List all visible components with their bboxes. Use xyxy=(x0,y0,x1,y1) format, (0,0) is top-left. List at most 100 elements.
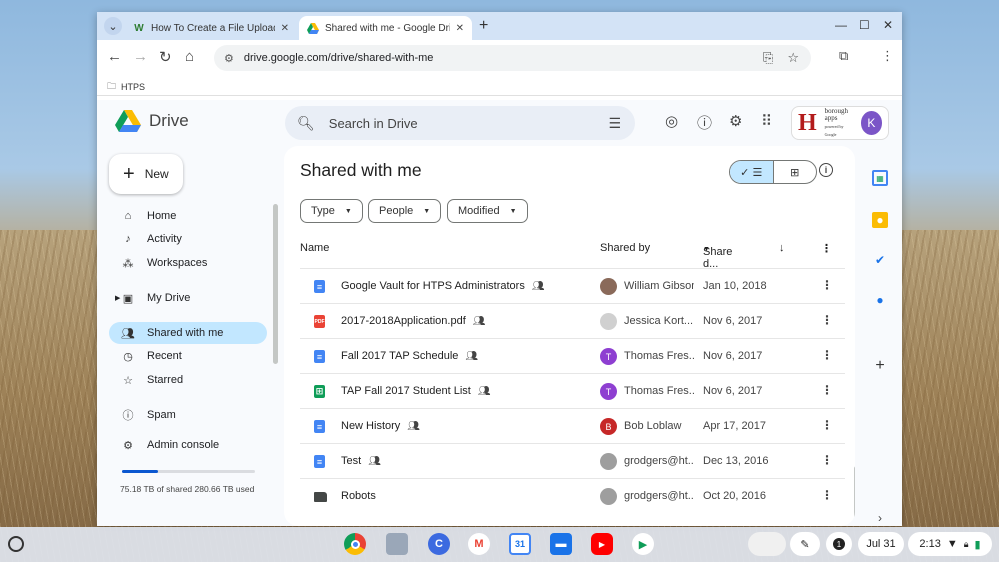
row-more-actions-icon[interactable]: ⋮ xyxy=(821,453,833,467)
table-row[interactable]: ⊞ TAP Fall 2017 Student List 👥︎ T Thomas Fre… xyxy=(300,373,845,408)
maximize-icon[interactable]: ☐ xyxy=(859,18,870,32)
minimize-icon[interactable]: — xyxy=(835,18,847,32)
new-button[interactable]: + New xyxy=(109,154,183,194)
calendar-icon[interactable]: ▦ xyxy=(872,170,888,186)
offline-ready-icon[interactable]: ◎ xyxy=(665,112,678,130)
plus-icon: + xyxy=(123,163,135,185)
menu-kebab-icon[interactable]: ⋮ xyxy=(881,48,894,64)
sidebar-item-shared-with-me[interactable]: 👥︎ Shared with me xyxy=(109,322,267,344)
show-side-panel-icon[interactable]: › xyxy=(872,510,888,526)
play-store-icon[interactable]: ▶ xyxy=(632,533,654,555)
chrome-icon[interactable] xyxy=(344,533,366,555)
sidebar-item-workspaces[interactable]: ⁂ Workspaces xyxy=(109,252,267,274)
files-app-icon[interactable] xyxy=(386,533,408,555)
avatar[interactable]: K xyxy=(860,111,882,135)
table-row[interactable]: PDF 2017-2018Application.pdf 👥︎ Jessica Kor… xyxy=(300,303,845,338)
row-more-actions-icon[interactable]: ⋮ xyxy=(821,313,833,327)
dropdown-arrow-icon: ▼ xyxy=(509,207,517,215)
info-icon[interactable]: i xyxy=(819,163,833,177)
sidebar-item-home[interactable]: ⌂ Home xyxy=(109,205,267,227)
sidebar-item-starred[interactable]: ☆ Starred xyxy=(109,369,267,391)
youtube-icon[interactable]: ▶ xyxy=(591,533,613,555)
row-more-actions-icon[interactable]: ⋮ xyxy=(821,418,833,432)
storage-text: 75.18 TB of shared 280.66 TB used xyxy=(120,484,255,494)
site-info-icon[interactable]: ⚙ xyxy=(224,52,234,65)
row-more-actions-icon[interactable]: ⋮ xyxy=(821,348,833,362)
stylus-tools-icon[interactable]: ✎ xyxy=(790,532,820,556)
column-name[interactable]: Name xyxy=(300,242,329,254)
table-row[interactable]: Robots grodgers@ht... Oct 20, 2016 ⋮ xyxy=(300,478,845,513)
tray-status-area[interactable] xyxy=(748,532,786,556)
launcher-icon[interactable] xyxy=(8,536,24,552)
tab-file-upload[interactable]: W How To Create a File Upload B ✕ xyxy=(125,16,297,40)
filter-type-chip[interactable]: Type ▼ xyxy=(300,199,363,223)
canvas-icon[interactable]: C xyxy=(428,533,450,555)
reload-icon[interactable]: ↻ xyxy=(159,48,172,66)
install-app-icon[interactable]: ⎘ xyxy=(763,50,773,66)
sidebar-item-spam[interactable]: ⓘ Spam xyxy=(109,404,267,426)
filter-modified-chip[interactable]: Modified ▼ xyxy=(447,199,528,223)
sidebar-item-admin-console[interactable]: ⚙ Admin console xyxy=(109,434,267,456)
dropdown-arrow-icon: ▼ xyxy=(344,207,352,215)
system-tray[interactable]: 2:13 ▼ 🔒︎ ▮ xyxy=(908,532,992,556)
shared-by: Bob Loblaw xyxy=(624,420,682,432)
apps-grid-icon[interactable]: ⠿ xyxy=(761,112,772,130)
filter-people-chip[interactable]: People ▼ xyxy=(368,199,442,223)
drive-logo[interactable]: Drive xyxy=(115,110,189,132)
sort-direction-icon[interactable]: ↓ xyxy=(779,242,785,254)
close-window-icon[interactable]: ✕ xyxy=(883,18,893,32)
column-options-icon[interactable]: ⋮ xyxy=(821,242,832,255)
table-row[interactable]: ≡ New History 👥︎ B Bob Loblaw Apr 17, 2017 ⋮ xyxy=(300,408,845,443)
row-more-actions-icon[interactable]: ⋮ xyxy=(821,488,833,502)
column-shared-by[interactable]: Shared by xyxy=(600,242,650,254)
expand-caret-icon[interactable]: ▶ xyxy=(115,294,120,302)
address-bar[interactable]: ⚙ drive.google.com/drive/shared-with-me … xyxy=(214,45,811,71)
row-more-actions-icon[interactable]: ⋮ xyxy=(821,278,833,292)
forward-icon[interactable]: → xyxy=(133,48,148,65)
date-display[interactable]: Jul 31 xyxy=(858,532,904,556)
extensions-icon[interactable]: ⧉ xyxy=(839,48,848,64)
close-tab-icon[interactable]: ✕ xyxy=(281,23,289,34)
row-more-actions-icon[interactable]: ⋮ xyxy=(821,383,833,397)
keep-icon[interactable]: ● xyxy=(872,212,888,228)
get-addons-icon[interactable]: + xyxy=(872,357,888,374)
calendar-app-icon[interactable]: 31 xyxy=(509,533,531,555)
shared-by: Thomas Fres... xyxy=(624,385,694,397)
search-input[interactable]: Search in Drive xyxy=(329,116,418,131)
grid-view-button[interactable]: ⊞ xyxy=(774,161,817,183)
share-date: Nov 6, 2017 xyxy=(703,315,763,327)
search-options-icon[interactable]: ☰ xyxy=(608,115,621,132)
files-icon[interactable]: ▬ xyxy=(550,533,572,555)
close-tab-icon[interactable]: ✕ xyxy=(456,23,464,34)
bookmark-folder-htps[interactable]: 🗀 HTPS xyxy=(107,79,145,95)
sidebar-item-activity[interactable]: ♪ Activity xyxy=(109,228,267,250)
tab-shared-with-me[interactable]: Shared with me - Google Drive ✕ xyxy=(299,16,472,40)
table-row[interactable]: ≡ Google Vault for HTPS Administrators 👥︎ W… xyxy=(300,268,845,303)
gmail-icon[interactable]: M xyxy=(468,533,490,555)
help-icon[interactable]: ⓘ xyxy=(697,112,712,133)
home-button-icon[interactable]: ⌂ xyxy=(185,48,194,65)
avatar xyxy=(600,453,617,470)
account-switcher[interactable]: H borough apps powered by Google K xyxy=(791,106,889,140)
search-icon[interactable]: 🔍︎ xyxy=(297,115,315,132)
bookmark-star-icon[interactable]: ☆ xyxy=(787,50,799,66)
share-date: Oct 20, 2016 xyxy=(703,490,766,502)
sidebar-item-recent[interactable]: ◷ Recent xyxy=(109,345,267,367)
search-box[interactable]: 🔍︎ Search in Drive ☰ xyxy=(285,106,635,140)
sheet-file-icon: ⊞ xyxy=(314,385,325,398)
contacts-icon[interactable]: ● xyxy=(872,292,888,308)
list-view-button[interactable]: ✓ ☰ xyxy=(730,161,774,183)
tab-search-icon[interactable]: ⌄ xyxy=(104,17,122,35)
table-row[interactable]: ≡ Test 👥︎ grodgers@ht... Dec 13, 2016 ⋮ xyxy=(300,443,845,478)
new-tab-icon[interactable]: + xyxy=(479,17,488,35)
tasks-icon[interactable]: ✔ xyxy=(872,252,888,268)
main-scrollbar[interactable] xyxy=(854,466,855,521)
table-row[interactable]: ≡ Fall 2017 TAP Schedule 👥︎ T Thomas Fres...… xyxy=(300,338,845,373)
view-toggle[interactable]: ✓ ☰ ⊞ xyxy=(729,160,817,184)
share-date: Nov 6, 2017 xyxy=(703,385,763,397)
sidebar-item-my-drive[interactable]: ▶ ▣ My Drive xyxy=(109,287,267,309)
settings-gear-icon[interactable]: ⚙ xyxy=(729,112,742,130)
sidebar-scrollbar[interactable] xyxy=(273,204,278,364)
back-icon[interactable]: ← xyxy=(107,48,122,65)
notification-icon[interactable]: 1 xyxy=(826,532,852,556)
